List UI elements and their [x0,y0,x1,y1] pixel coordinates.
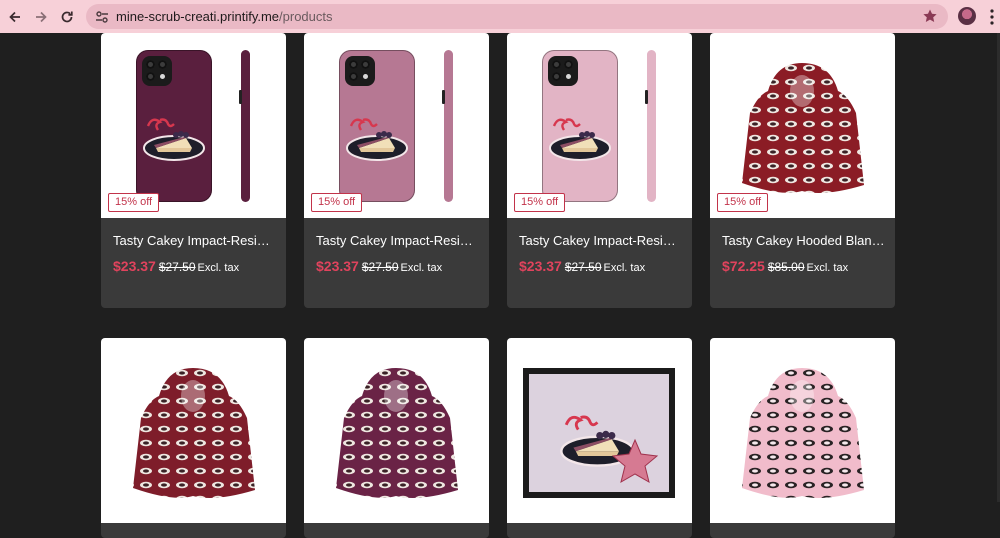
product-image[interactable] [101,338,286,523]
more-vert-icon[interactable] [988,8,996,26]
product-card[interactable] [304,338,489,538]
arrow-left-icon [9,11,20,23]
tax-note: Excl. tax [603,262,646,274]
arrow-right-icon [36,11,47,23]
product-image[interactable] [304,338,489,523]
avatar[interactable] [958,7,976,25]
tasty-cake-logo [549,118,611,161]
phone-case-side [239,50,250,202]
product-card[interactable]: 15% off Tasty Cakey Impact-Resistan... $23… [507,33,692,308]
url-host: mine-scrub-creati.printify.me [116,9,280,24]
product-image[interactable] [507,33,692,218]
compare-price: $27.50 [158,260,196,274]
phone-case-front [339,50,415,202]
tune-icon[interactable] [94,9,110,25]
hooded-blanket-image [336,368,458,498]
discount-badge: 15% off [717,193,769,212]
address-bar[interactable]: mine-scrub-creati.printify.me/products [86,4,948,29]
phone-case-front [542,50,618,202]
product-card[interactable]: 15% off Tasty Cakey Impact-Resistan... $23… [304,33,489,308]
star-icon[interactable] [922,8,938,24]
discount-badge: 15% off [514,193,566,212]
sale-price: $23.37 [316,258,359,274]
product-card[interactable]: 15% off Tasty Cakey Impact-Resistan... $23… [101,33,286,308]
product-card[interactable] [507,338,692,538]
phone-case-side [442,50,453,202]
hooded-blanket-image [742,63,864,193]
product-title[interactable]: Tasty Cakey Hooded Blanket ... [722,233,885,249]
discount-badge: 15% off [311,193,363,212]
reload-icon [61,11,73,23]
product-card[interactable]: 15% off Tasty Cakey Hooded Blanket ... $72… [710,33,895,308]
url-text[interactable]: mine-scrub-creati.printify.me/products [116,9,333,24]
product-card[interactable] [101,338,286,538]
back-button[interactable] [4,6,26,28]
phone-case-side [645,50,656,202]
hooded-blanket-image [133,368,255,498]
url-path: /products [279,9,333,24]
reload-button[interactable] [56,6,78,28]
price-row: $23.37 $27.50 Excl. tax [316,258,442,276]
compare-price: $85.00 [767,260,805,274]
phone-case-front [136,50,212,202]
hooded-blanket-image [742,368,864,498]
tax-note: Excl. tax [400,262,443,274]
sale-price: $23.37 [519,258,562,274]
price-row: $23.37 $27.50 Excl. tax [519,258,645,276]
browser-toolbar: mine-scrub-creati.printify.me/products [0,0,1000,33]
sale-price: $23.37 [113,258,156,274]
tasty-cake-logo [346,118,408,161]
product-card[interactable] [710,338,895,538]
camera-module [345,56,375,86]
sale-price: $72.25 [722,258,765,274]
product-image[interactable] [710,338,895,523]
discount-badge: 15% off [108,193,160,212]
price-row: $23.37 $27.50 Excl. tax [113,258,239,276]
price-row: $72.25 $85.00 Excl. tax [722,258,848,276]
product-image[interactable] [710,33,895,218]
product-title[interactable]: Tasty Cakey Impact-Resistan... [316,233,479,249]
product-image[interactable] [101,33,286,218]
product-image[interactable] [304,33,489,218]
tax-note: Excl. tax [197,262,240,274]
compare-price: $27.50 [361,260,399,274]
tax-note: Excl. tax [806,262,849,274]
forward-button[interactable] [30,6,52,28]
framed-print-image [523,368,675,498]
tasty-cake-logo [143,118,205,161]
camera-module [548,56,578,86]
product-image[interactable] [507,338,692,523]
compare-price: $27.50 [564,260,602,274]
camera-module [142,56,172,86]
product-title[interactable]: Tasty Cakey Impact-Resistan... [519,233,682,249]
product-title[interactable]: Tasty Cakey Impact-Resistan... [113,233,276,249]
